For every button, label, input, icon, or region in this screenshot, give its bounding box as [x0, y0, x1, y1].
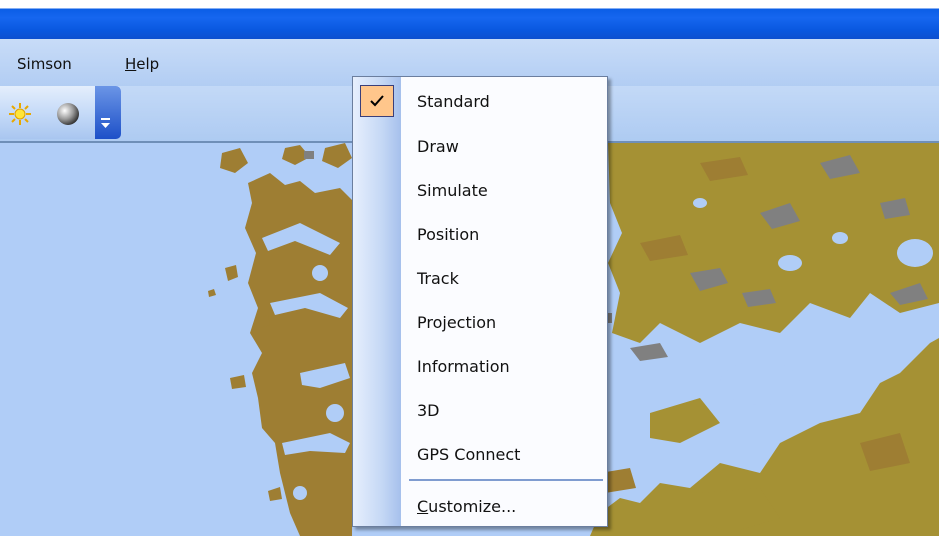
menu-item-customize[interactable]: Customize... — [353, 485, 607, 529]
customize-mnemonic: C — [417, 497, 429, 516]
title-bar — [0, 0, 939, 39]
menu-item-label: Projection — [417, 313, 497, 332]
menu-item-label: Track — [417, 269, 459, 288]
menu-separator — [409, 479, 603, 481]
sphere-icon[interactable] — [54, 100, 82, 128]
standard-toolbar — [0, 86, 121, 139]
menu-help[interactable]: Help — [125, 55, 159, 73]
menu-item-track[interactable]: Track — [353, 257, 607, 301]
sun-icon[interactable] — [6, 100, 34, 128]
menu-item-label: GPS Connect — [417, 445, 521, 464]
menu-item-draw[interactable]: Draw — [353, 125, 607, 169]
menu-item-label: Customize... — [417, 497, 516, 516]
menu-item-gps-connect[interactable]: GPS Connect — [353, 433, 607, 477]
menu-item-label: Draw — [417, 137, 459, 156]
menu-item-standard[interactable]: Standard — [353, 80, 607, 124]
toolbar-context-menu: Standard Draw Simulate Position Track Pr… — [352, 76, 608, 527]
checkmark-icon — [360, 85, 394, 117]
menu-item-label: 3D — [417, 401, 440, 420]
menu-item-label: Standard — [417, 92, 490, 111]
menu-item-3d[interactable]: 3D — [353, 389, 607, 433]
menu-simson[interactable]: Simson — [17, 55, 72, 73]
customize-label-rest: ustomize... — [428, 497, 517, 516]
menu-item-label: Information — [417, 357, 510, 376]
menu-item-position[interactable]: Position — [353, 213, 607, 257]
menu-item-simulate[interactable]: Simulate — [353, 169, 607, 213]
menu-help-label-rest: elp — [136, 55, 160, 73]
menu-item-label: Position — [417, 225, 480, 244]
menu-help-mnemonic: H — [125, 55, 137, 73]
menu-item-information[interactable]: Information — [353, 345, 607, 389]
chevron-down-icon — [101, 118, 110, 128]
menu-item-label: Simulate — [417, 181, 488, 200]
menu-item-projection[interactable]: Projection — [353, 301, 607, 345]
toolbar-options-button[interactable] — [95, 86, 121, 139]
